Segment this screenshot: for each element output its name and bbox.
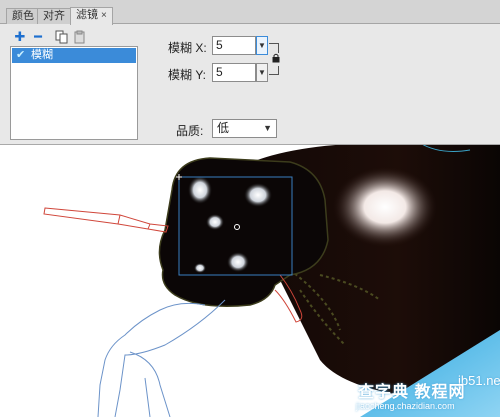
tab-align[interactable]: 对齐: [37, 8, 71, 24]
watermark-text: 查字典 教程网: [358, 384, 466, 401]
filter-list-item-blur[interactable]: ✔ 模糊: [12, 48, 136, 63]
quality-value: 低: [217, 121, 230, 135]
copy-filter-icon[interactable]: [55, 30, 69, 44]
chevron-down-icon: ▼: [258, 68, 266, 77]
blur-y-label: 模糊 Y:: [168, 68, 207, 82]
leg-outline: [97, 302, 206, 418]
tab-bar: 颜色 对齐 滤镜 ×: [0, 0, 500, 25]
blur-y-dropdown-button[interactable]: ▼: [256, 63, 268, 82]
tab-color-label: 颜色: [12, 10, 34, 22]
blur-x-input[interactable]: 5: [212, 36, 256, 55]
filter-panel: 颜色 对齐 滤镜× ✚ ━ ✔ 模糊 模糊 X: 5 ▼ 模糊 Y: 5 ▼: [0, 0, 500, 145]
close-icon[interactable]: ×: [101, 10, 107, 21]
leg-outline: [114, 299, 226, 418]
tab-filters-label: 滤镜: [76, 9, 98, 21]
tab-filters[interactable]: 滤镜 ×: [70, 7, 113, 25]
eye-highlight: [227, 252, 249, 272]
antenna-outline: [43, 207, 169, 233]
remove-filter-icon[interactable]: ━: [31, 30, 45, 44]
checkmark-icon[interactable]: ✔: [16, 48, 25, 63]
blur-x-label: 模糊 X:: [168, 41, 207, 55]
filter-list-item-label: 模糊: [31, 49, 53, 61]
lock-icon[interactable]: [272, 53, 280, 66]
eye-highlight: [206, 214, 224, 230]
body-highlight: [333, 167, 437, 247]
eye-highlight: [244, 183, 272, 207]
tab-align-label: 对齐: [43, 10, 65, 22]
eye-highlight: [188, 176, 212, 204]
add-filter-icon[interactable]: ✚: [13, 30, 27, 44]
tab-color[interactable]: 颜色: [6, 8, 40, 24]
filter-list[interactable]: ✔ 模糊: [10, 46, 138, 140]
chevron-down-icon: ▼: [258, 41, 266, 50]
watermark-url: jiaocheng.chazidian.com: [356, 401, 455, 411]
blur-x-dropdown-button[interactable]: ▼: [256, 36, 268, 55]
quality-label: 品质:: [176, 124, 204, 138]
eye-highlight: [194, 263, 206, 273]
chevron-down-icon: ▼: [263, 123, 272, 133]
blur-y-input[interactable]: 5: [212, 63, 256, 82]
paste-filter-icon[interactable]: [73, 30, 87, 44]
quality-select[interactable]: 低 ▼: [212, 119, 277, 138]
leg-outline: [129, 351, 171, 418]
